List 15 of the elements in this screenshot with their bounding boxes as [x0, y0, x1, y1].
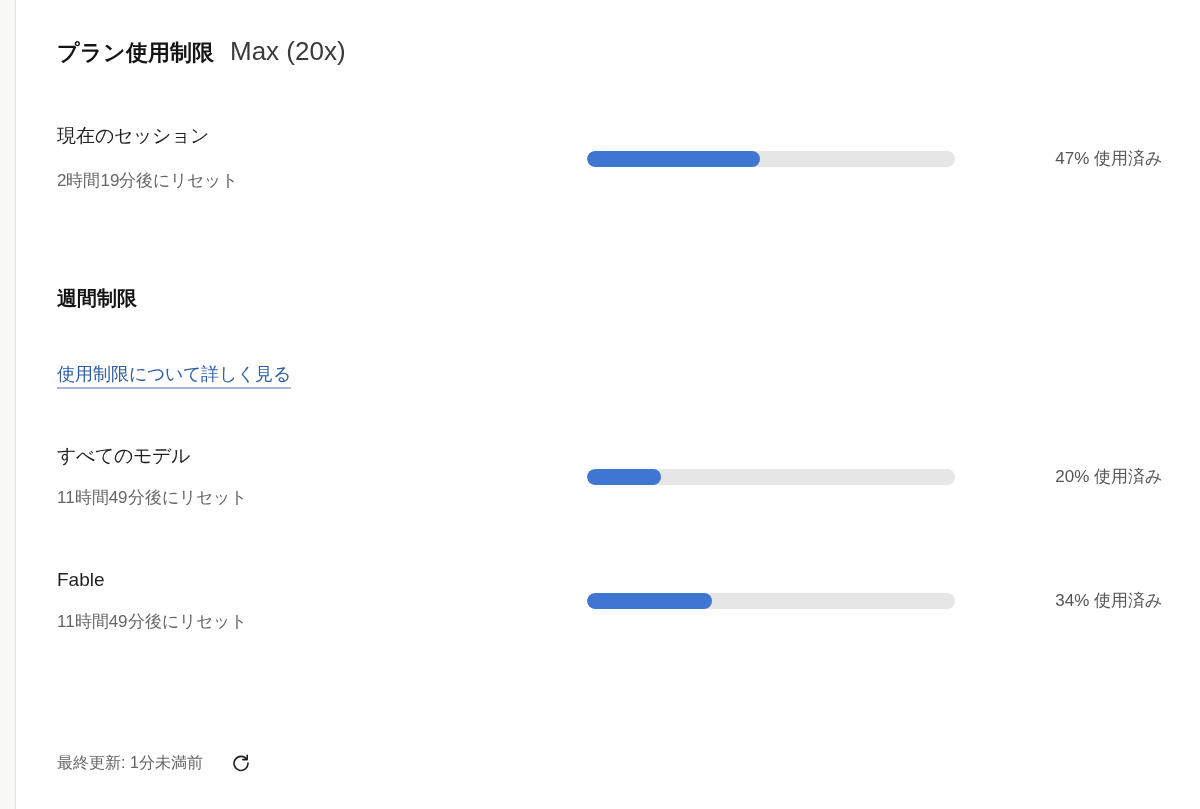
- section-title: 週間制限: [57, 286, 138, 311]
- reset-time: 11時間49分後にリセット: [57, 487, 248, 509]
- last-updated-text: 最終更新: 1分未満前: [57, 753, 203, 773]
- refresh-icon: [230, 753, 251, 773]
- limit-label: 現在のセッション: [57, 124, 210, 148]
- reset-time: 11時間49分後にリセット: [57, 611, 248, 633]
- section-title: プラン使用制限: [57, 39, 214, 67]
- usage-reading: 20% 使用済み: [1055, 466, 1162, 488]
- limit-label: Fable: [57, 568, 106, 592]
- reset-time: 2時間19分後にリセット: [57, 170, 240, 192]
- plan-name: Max (20x): [230, 36, 346, 66]
- limit-label: すべてのモデル: [57, 444, 191, 468]
- learn-more-link[interactable]: 使用制限について詳しく見る: [57, 361, 291, 389]
- usage-reading: 34% 使用済み: [1055, 590, 1162, 612]
- usage-reading: 47% 使用済み: [1055, 147, 1162, 170]
